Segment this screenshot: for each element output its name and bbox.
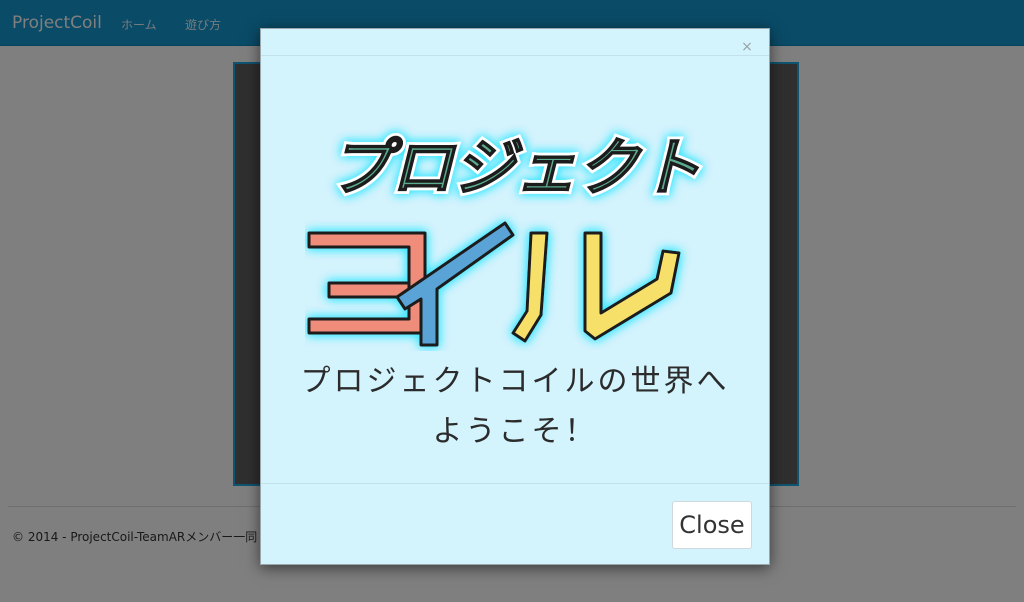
modal-footer: Close bbox=[261, 483, 769, 565]
modal-header: × bbox=[261, 29, 769, 56]
welcome-modal: × プロジェクト プロジェクト プロジェクトコイルの世界へ ようこそ！ Clos… bbox=[260, 28, 770, 565]
close-icon[interactable]: × bbox=[741, 40, 753, 54]
welcome-message: プロジェクトコイルの世界へ ようこそ！ bbox=[261, 357, 769, 457]
logo-line1-outline: プロジェクト bbox=[329, 131, 701, 204]
welcome-line1: プロジェクトコイルの世界へ bbox=[300, 364, 730, 399]
close-button[interactable]: Close bbox=[672, 501, 752, 549]
project-coil-logo: プロジェクト プロジェクト bbox=[305, 101, 725, 351]
logo-graphic: プロジェクト プロジェクト bbox=[307, 128, 705, 347]
welcome-line2: ようこそ！ bbox=[432, 414, 598, 449]
